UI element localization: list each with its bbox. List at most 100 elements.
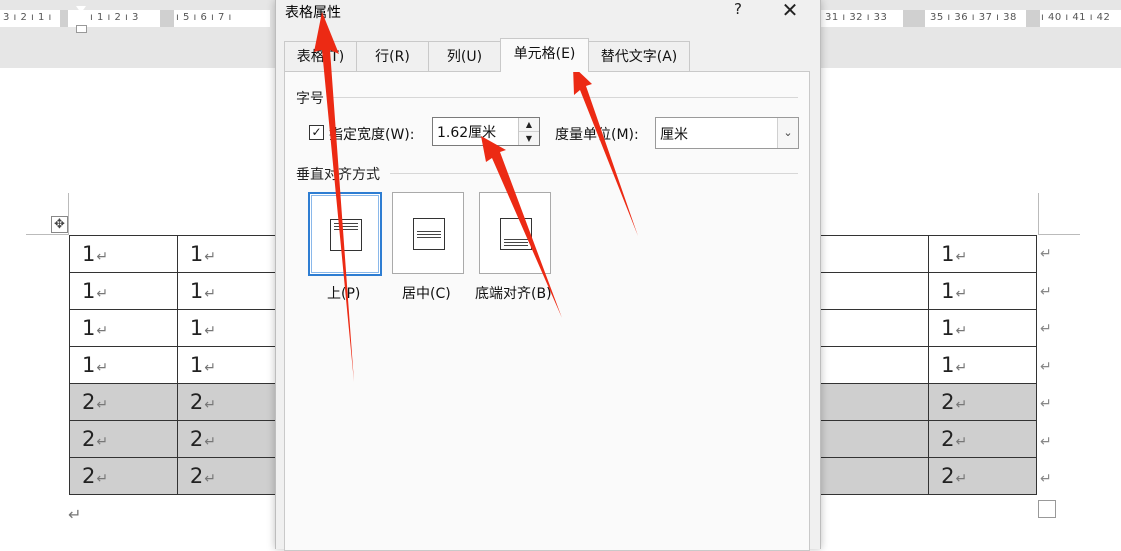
tab-table[interactable]: 表格(T)	[284, 41, 357, 71]
spin-buttons: ▲ ▼	[518, 118, 539, 145]
cell-end-mark: ↵	[96, 434, 109, 450]
cell-value: 1	[941, 279, 955, 303]
tab-cell[interactable]: 单元格(E)	[500, 38, 589, 72]
align-bottom-icon	[500, 218, 532, 250]
tab-column[interactable]: 列(U)	[428, 41, 501, 71]
table-cell[interactable]: 2↵	[928, 420, 1037, 458]
table-cell[interactable]: 1↵	[69, 272, 178, 310]
cell-value: 1	[941, 353, 955, 377]
table-cell[interactable]: 2↵	[69, 383, 178, 421]
margin-guide	[68, 193, 69, 235]
row-end-mark: ↵	[1040, 321, 1052, 337]
unit-select[interactable]: 厘米 ⌄	[655, 117, 799, 149]
width-spinbox[interactable]: 1.62厘米 ▲ ▼	[432, 117, 540, 146]
table-cell[interactable]: 2↵	[176, 420, 278, 458]
cell-value: 2	[82, 464, 96, 488]
valign-top-label[interactable]: 上(P)	[327, 283, 360, 303]
unit-value: 厘米	[660, 127, 688, 143]
table-cell[interactable]: 1↵	[176, 235, 278, 273]
cell-value: 1	[82, 279, 96, 303]
cell-end-mark: ↵	[955, 286, 968, 302]
table-cell[interactable]: 1↵	[176, 272, 278, 310]
separator	[390, 173, 798, 174]
table-cell[interactable]: 1↵	[69, 235, 178, 273]
ruler-ticks-right2: 35 ı 36 ı 37 ı 38	[930, 12, 1017, 23]
chevron-down-icon[interactable]: ⌄	[777, 118, 798, 148]
ruler-ticks-mid: ı 1 ı 2 ı 3	[90, 12, 139, 23]
cell-end-mark: ↵	[955, 323, 968, 339]
ruler-ticks-right: ı 31 ı 32 ı 33	[818, 12, 888, 23]
cell-end-mark: ↵	[204, 434, 216, 450]
table-cell[interactable]: 2↵	[928, 457, 1037, 495]
width-checkbox[interactable]: ✓	[309, 125, 324, 140]
cell-value: 1	[189, 353, 204, 377]
ruler-ticks-right3: ı 40 ı 41 ı 42	[1041, 12, 1111, 23]
cell-value: 1	[941, 316, 955, 340]
cell-end-mark: ↵	[96, 397, 109, 413]
table-properties-dialog: 表格属性 ? ✕ 表格(T) 行(R) 列(U) 单元格(E) 替代文字(A) …	[275, 0, 821, 551]
ruler-column-marker[interactable]	[1026, 10, 1040, 27]
spin-down-icon[interactable]: ▼	[519, 132, 539, 145]
cell-end-mark: ↵	[96, 286, 109, 302]
ruler-column-marker[interactable]	[60, 10, 68, 27]
table-cell[interactable]: 1↵	[928, 235, 1037, 273]
valign-top-option[interactable]	[308, 192, 382, 276]
table-cell[interactable]: 2↵	[69, 457, 178, 495]
table-cell[interactable]: 1↵	[928, 346, 1037, 384]
ruler-column-marker[interactable]	[903, 10, 925, 27]
separator	[332, 97, 798, 98]
valign-bottom-label[interactable]: 底端对齐(B)	[475, 283, 552, 303]
row-end-mark: ↵	[1040, 283, 1052, 300]
table-cell[interactable]: 1↵	[176, 346, 278, 384]
cell-value: 2	[941, 464, 955, 488]
row-end-mark: ↵	[1040, 358, 1052, 375]
width-label: 指定宽度(W):	[329, 127, 415, 143]
first-line-indent-marker[interactable]	[76, 6, 86, 13]
tab-row[interactable]: 行(R)	[356, 41, 429, 71]
row-end-mark: ↵	[1040, 433, 1052, 450]
valign-bottom-option[interactable]	[479, 192, 551, 274]
cell-value: 1	[82, 242, 96, 266]
width-value[interactable]: 1.62厘米	[437, 122, 496, 142]
margin-guide	[1038, 193, 1039, 235]
table-cell[interactable]: 1↵	[69, 346, 178, 384]
unit-label: 度量单位(M):	[555, 127, 639, 143]
valign-center-label[interactable]: 居中(C)	[402, 283, 451, 303]
ruler-ticks-mid2: ı 5 ı 6 ı 7 ı	[176, 12, 232, 23]
cell-end-mark: ↵	[204, 360, 216, 376]
cell-end-mark: ↵	[96, 360, 109, 376]
size-section-heading: 字号	[296, 91, 324, 107]
row-end-mark: ↵	[1040, 396, 1052, 412]
cell-end-mark: ↵	[955, 249, 968, 265]
align-top-icon	[330, 219, 362, 251]
cell-value: 1	[941, 242, 955, 266]
spin-up-icon[interactable]: ▲	[519, 118, 539, 132]
table-move-handle-icon[interactable]: ✥	[51, 216, 68, 233]
row-end-mark: ↵	[1040, 471, 1052, 487]
table-resize-handle[interactable]	[1038, 500, 1056, 518]
close-icon[interactable]: ✕	[776, 0, 804, 22]
table-cell[interactable]: 1↵	[176, 309, 278, 347]
cell-value: 1	[82, 353, 96, 377]
table-cell[interactable]: 1↵	[928, 309, 1037, 347]
table-cell[interactable]: 1↵	[928, 272, 1037, 310]
cell-value: 2	[941, 427, 955, 451]
ruler-column-marker[interactable]	[160, 10, 174, 27]
paragraph-mark: ↵	[68, 505, 82, 524]
table-cell[interactable]: 2↵	[176, 457, 278, 495]
table-cell[interactable]: 2↵	[69, 420, 178, 458]
cell-end-mark: ↵	[955, 471, 968, 487]
cell-end-mark: ↵	[204, 397, 216, 413]
table-cell[interactable]: 2↵	[928, 383, 1037, 421]
tab-alt-text[interactable]: 替代文字(A)	[588, 41, 690, 71]
table-cell[interactable]: 2↵	[176, 383, 278, 421]
help-button[interactable]: ?	[728, 0, 748, 18]
cell-end-mark: ↵	[955, 397, 968, 413]
cell-value: 2	[189, 464, 204, 488]
cell-end-mark: ↵	[204, 471, 216, 487]
table-cell[interactable]: 1↵	[69, 309, 178, 347]
column-indent-marker[interactable]	[150, 20, 160, 27]
cell-value: 1	[82, 316, 96, 340]
valign-center-option[interactable]	[392, 192, 464, 274]
left-indent-marker[interactable]	[76, 25, 87, 33]
